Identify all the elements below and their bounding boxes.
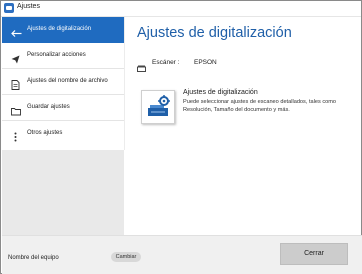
scan-settings-icon[interactable] bbox=[141, 90, 175, 124]
title-bar: Ajustes bbox=[1, 1, 361, 17]
change-button[interactable]: Cambiar bbox=[111, 252, 141, 262]
sidebar: Ajustes de digitalización Personalizar a… bbox=[2, 17, 125, 235]
back-arrow-icon bbox=[11, 25, 22, 37]
window-title: Ajustes bbox=[17, 3, 40, 10]
scanner-name: EPSON bbox=[194, 59, 217, 66]
scan-settings-description: Puede seleccionar ajustes de escaneo det… bbox=[183, 99, 336, 113]
scanner-label: Escáner : bbox=[152, 59, 180, 66]
app-icon bbox=[4, 3, 14, 13]
more-vertical-icon bbox=[11, 129, 20, 142]
close-button[interactable]: Cerrar bbox=[280, 243, 348, 265]
sidebar-item-filename-settings[interactable]: Ajustes del nombre de archivo bbox=[2, 69, 124, 95]
footer-bar: Nombre del equipo Cambiar Cerrar bbox=[2, 235, 362, 274]
sidebar-item-scan-settings[interactable]: Ajustes de digitalización bbox=[2, 17, 124, 43]
device-name-label: Nombre del equipo bbox=[8, 255, 59, 261]
sidebar-item-label: Personalizar acciones bbox=[27, 52, 86, 58]
document-icon bbox=[11, 77, 20, 90]
sidebar-item-label: Ajustes del nombre de archivo bbox=[27, 78, 108, 84]
scan-settings-link[interactable]: Ajustes de digitalización bbox=[183, 89, 258, 96]
sidebar-menu: Ajustes de digitalización Personalizar a… bbox=[2, 17, 125, 150]
paper-plane-icon bbox=[11, 51, 20, 64]
sidebar-item-label: Otros ajustes bbox=[27, 130, 63, 136]
sidebar-item-save-settings[interactable]: Guardar ajustes bbox=[2, 95, 124, 121]
sidebar-item-customize-actions[interactable]: Personalizar acciones bbox=[2, 43, 124, 69]
sidebar-item-other-settings[interactable]: Otros ajustes bbox=[2, 121, 124, 147]
folder-icon bbox=[11, 103, 21, 116]
scanner-icon bbox=[137, 59, 146, 72]
main-panel: Ajustes de digitalización Escáner : EPSO… bbox=[125, 17, 361, 237]
sidebar-item-label: Guardar ajustes bbox=[27, 104, 70, 110]
settings-window: Ajustes Ajustes de digitalización Person… bbox=[0, 0, 362, 274]
page-title: Ajustes de digitalización bbox=[137, 25, 292, 41]
sidebar-item-label: Ajustes de digitalización bbox=[27, 26, 92, 32]
